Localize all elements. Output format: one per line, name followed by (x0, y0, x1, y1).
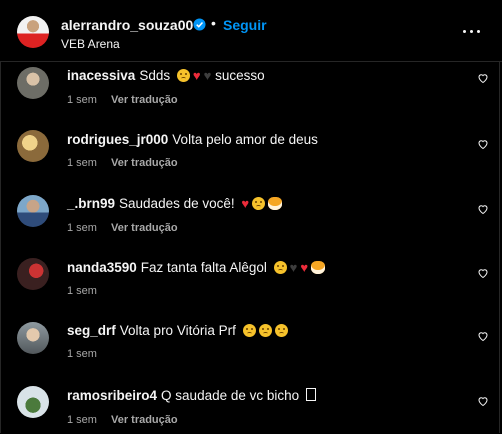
location-link[interactable]: VEB Arena (61, 37, 120, 51)
unknown-glyph-icon (305, 388, 316, 401)
comment-time: 1 sem (67, 222, 97, 234)
comment-meta: 1 sem (67, 285, 97, 297)
like-heart-icon[interactable] (477, 203, 489, 215)
commenter-username[interactable]: rodrigues_jr000 (67, 132, 168, 147)
comment-item: _.brn99 Saudades de você! ♥ 1 sem Ver trad… (0, 189, 502, 251)
comment-body: Sdds (139, 68, 171, 83)
comment-meta: 1 sem Ver tradução (67, 157, 178, 169)
commenter-username[interactable]: nanda3590 (67, 260, 137, 275)
commenter-avatar[interactable] (17, 195, 49, 227)
black-heart-emoji-icon: ♥ (289, 260, 298, 275)
see-translation-link[interactable]: Ver tradução (111, 94, 178, 106)
sad-face-emoji-icon (273, 261, 287, 274)
post-header: alerrandro_souza00 • Seguir VEB Arena (0, 0, 502, 62)
comment-text: inacessiva Sdds ♥ ♥ sucesso (67, 68, 265, 83)
follow-button[interactable]: Seguir (223, 17, 267, 33)
sad-face-emoji-icon (252, 197, 266, 210)
comment-text: seg_drf Volta pro Vitória Prf (67, 323, 288, 338)
commenter-username[interactable]: inacessiva (67, 68, 135, 83)
commenter-username[interactable]: seg_drf (67, 323, 116, 338)
comment-time: 1 sem (67, 94, 97, 106)
like-heart-icon[interactable] (477, 138, 489, 150)
see-translation-link[interactable]: Ver tradução (111, 222, 178, 234)
commenter-username[interactable]: _.brn99 (67, 196, 115, 211)
tiger-face-emoji-icon (268, 197, 283, 210)
verified-badge-icon (193, 18, 206, 31)
commenter-avatar[interactable] (17, 322, 49, 354)
sad-face-emoji-icon (242, 324, 256, 337)
comment-meta: 1 sem Ver tradução (67, 222, 178, 234)
comment-meta: 1 sem Ver tradução (67, 414, 178, 426)
comment-time: 1 sem (67, 157, 97, 169)
comment-item: inacessiva Sdds ♥ ♥ sucesso 1 sem Ver tradu… (0, 62, 502, 124)
author-username[interactable]: alerrandro_souza00 (61, 17, 193, 33)
comment-item: nanda3590 Faz tanta falta Alêgol ♥ ♥ 1 sem (0, 253, 502, 315)
comment-item: rodrigues_jr000 Volta pelo amor de deus 1… (0, 124, 502, 186)
commenter-avatar[interactable] (17, 130, 49, 162)
sad-face-emoji-icon (274, 324, 288, 337)
author-avatar[interactable] (17, 16, 49, 48)
comment-text: nanda3590 Faz tanta falta Alêgol ♥ ♥ (67, 260, 326, 275)
like-heart-icon[interactable] (477, 395, 489, 407)
comment-item: seg_drf Volta pro Vitória Prf 1 sem (0, 316, 502, 378)
comment-text: _.brn99 Saudades de você! ♥ (67, 196, 283, 211)
comment-time: 1 sem (67, 414, 97, 426)
see-translation-link[interactable]: Ver tradução (111, 414, 178, 426)
see-translation-link[interactable]: Ver tradução (111, 157, 178, 169)
like-heart-icon[interactable] (477, 267, 489, 279)
sad-face-emoji-icon (258, 324, 272, 337)
comment-body: Volta pelo amor de deus (172, 132, 318, 147)
commenter-avatar[interactable] (17, 67, 49, 99)
comment-body: Q saudade de vc bicho (161, 388, 300, 403)
commenter-avatar[interactable] (17, 386, 49, 418)
more-options-icon[interactable] (462, 22, 482, 42)
like-heart-icon[interactable] (477, 330, 489, 342)
red-heart-emoji-icon: ♥ (241, 196, 250, 211)
commenter-avatar[interactable] (17, 258, 49, 290)
black-heart-emoji-icon: ♥ (203, 68, 212, 83)
comment-text: ramosribeiro4 Q saudade de vc bicho (67, 388, 316, 403)
comment-body-end: sucesso (215, 68, 265, 83)
like-heart-icon[interactable] (477, 72, 489, 84)
comment-body: Volta pro Vitória Prf (119, 323, 236, 338)
comment-time: 1 sem (67, 348, 97, 360)
sad-face-emoji-icon (176, 69, 190, 82)
red-heart-emoji-icon: ♥ (192, 68, 201, 83)
commenter-username[interactable]: ramosribeiro4 (67, 388, 157, 403)
comment-time: 1 sem (67, 285, 97, 297)
comment-meta: 1 sem (67, 348, 97, 360)
comment-item: ramosribeiro4 Q saudade de vc bicho 1 sem… (0, 378, 502, 434)
comment-meta: 1 sem Ver tradução (67, 94, 178, 106)
separator-dot: • (211, 15, 216, 31)
red-heart-emoji-icon: ♥ (300, 260, 309, 275)
comment-body: Faz tanta falta Alêgol (140, 260, 267, 275)
comment-text: rodrigues_jr000 Volta pelo amor de deus (67, 132, 318, 147)
tiger-face-emoji-icon (311, 261, 326, 274)
comment-body: Saudades de você! (119, 196, 235, 211)
